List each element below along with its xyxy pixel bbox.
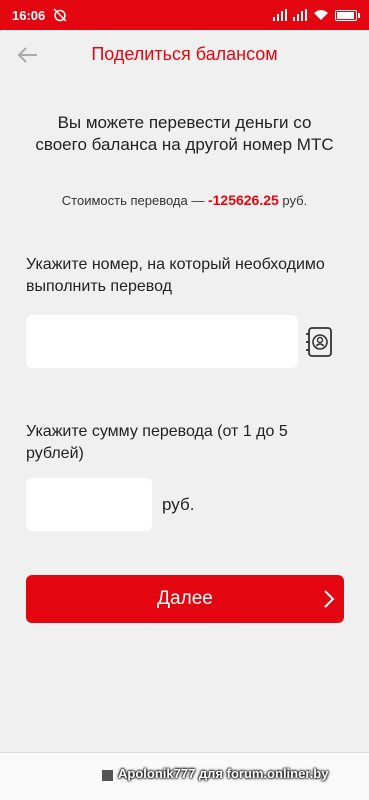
watermark: Apolonik777 для forum.onliner.by [118, 766, 329, 781]
signal-icon [293, 9, 307, 21]
recents-icon[interactable] [102, 770, 113, 781]
chevron-right-icon [324, 590, 335, 608]
cost-prefix: Стоимость перевода — [61, 193, 208, 208]
alarm-off-icon [53, 8, 67, 22]
cost-suffix: руб. [278, 193, 308, 208]
currency-label: руб. [162, 495, 195, 514]
wifi-icon [314, 10, 328, 20]
amount-input[interactable] [26, 478, 152, 531]
intro-text: Вы можете перевести деньги со своего бал… [35, 113, 334, 154]
amount-label: Укажите сумму перевода (от 1 до 5 рублей… [26, 423, 288, 462]
status-time: 16:06 [12, 7, 46, 23]
phone-input[interactable] [26, 315, 298, 368]
next-button[interactable]: Далее [26, 575, 344, 623]
page-title: Поделиться балансом [91, 44, 278, 64]
signal-icon [273, 9, 287, 21]
next-button-label: Далее [157, 588, 213, 609]
contacts-icon [306, 327, 332, 357]
status-icons [273, 9, 360, 21]
cost-amount: -125626.25 [207, 192, 279, 208]
app-header: Поделиться балансом [0, 30, 369, 80]
transfer-cost: Стоимость перевода — -125626.25 руб. [0, 192, 369, 208]
contacts-button[interactable] [305, 326, 333, 358]
status-bar: 16:06 [0, 0, 369, 30]
phone-label: Укажите номер, на который необходимо вып… [26, 256, 325, 295]
battery-icon [335, 9, 360, 21]
